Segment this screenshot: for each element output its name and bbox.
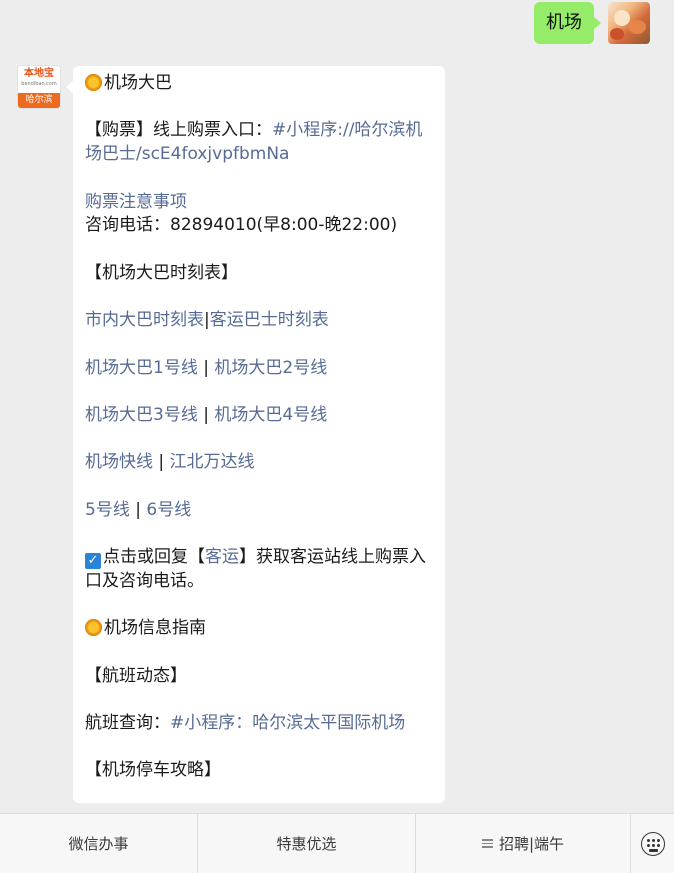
reply-pre: 点击或回复【 [103,547,205,568]
line-6-link[interactable]: 6号线 [146,500,191,520]
keyboard-icon [640,831,665,856]
bus-line-1-link[interactable]: 机场大巴1号线 [85,358,198,378]
chat-area: 机场 本地宝 bendibao.com 哈尔滨 机场大巴 【购票】线上购票入口：… [0,0,674,812]
section-title-airport-bus: 机场大巴 [104,73,172,93]
separator: | [153,452,170,473]
jiangbei-wanda-line-link[interactable]: 江北万达线 [170,452,255,472]
user-message-bubble[interactable]: 机场 [534,2,601,44]
menu-item-wechat-service[interactable]: 微信办事 [0,814,198,873]
reply-keyword-link[interactable]: 客运 [205,547,239,567]
city-bus-schedule-link[interactable]: 市内大巴时刻表 [85,310,204,330]
keyboard-toggle-button[interactable] [631,814,674,873]
phone-text: 咨询电话：82894010(早8:00-晚22:00) [85,215,398,236]
menu-item-label: 微信办事 [68,835,129,853]
bus-line-3-link[interactable]: 机场大巴3号线 [85,405,198,425]
express-line-link[interactable]: 机场快线 [85,452,153,472]
flight-query-label: 航班查询： [85,713,170,734]
menu-item-label: 特惠优选 [276,835,337,853]
separator: | [197,357,215,378]
flight-miniprogram-link[interactable]: #小程序：哈尔滨太平国际机场 [170,713,405,733]
bot-avatar[interactable]: 本地宝 bendibao.com 哈尔滨 [18,66,60,108]
sun-icon [85,619,102,637]
ticket-label: 【购票】线上购票入口： [85,120,272,141]
ticket-notice-link[interactable]: 购票注意事项 [85,192,187,212]
bottom-menu: 微信办事 特惠优选 招聘|端午 [0,813,674,873]
section-title-airport-info: 机场信息指南 [104,618,206,639]
menu-item-label: 招聘|端午 [498,835,565,853]
bot-avatar-city: 哈尔滨 [18,93,60,108]
sun-icon [85,74,102,91]
user-message-row: 机场 [534,2,650,44]
schedule-heading: 【机场大巴时刻表】 [85,262,238,283]
bus-line-4-link[interactable]: 机场大巴4号线 [214,405,327,425]
bus-line-2-link[interactable]: 机场大巴2号线 [214,358,327,378]
flight-heading: 【航班动态】 [85,665,187,686]
bot-message-bubble: 机场大巴 【购票】线上购票入口：#小程序://哈尔滨机场巴士/scE4foxjv… [66,66,445,804]
line-5-link[interactable]: 5号线 [85,500,130,520]
separator: | [129,499,147,520]
bot-avatar-site: bendibao.com [21,81,57,87]
menu-lines-icon [481,837,493,850]
menu-item-jobs[interactable]: 招聘|端午 [416,814,631,873]
checkbox-icon: ✓ [85,553,101,570]
user-avatar[interactable] [608,2,650,44]
parking-heading: 【机场停车攻略】 [85,760,221,781]
menu-item-deals[interactable]: 特惠优选 [198,814,416,873]
coach-schedule-link[interactable]: 客运巴士时刻表 [210,310,329,330]
separator: | [197,404,215,425]
